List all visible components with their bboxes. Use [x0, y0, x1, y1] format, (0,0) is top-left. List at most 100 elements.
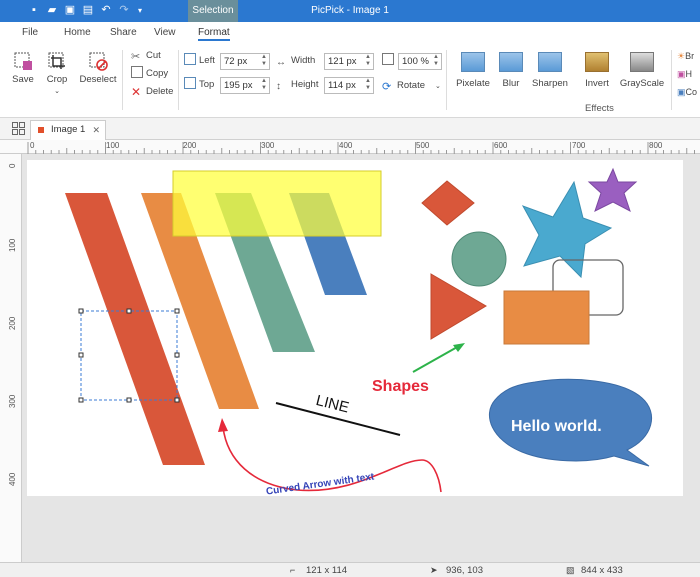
tab-file[interactable]: File — [22, 27, 38, 38]
new-icon[interactable]: ▪ — [28, 4, 40, 17]
chevron-down-icon[interactable]: ⌄ — [54, 88, 60, 95]
ruler-label: 600 — [494, 141, 508, 150]
ruler-label: 100 — [106, 141, 120, 150]
bubble-text[interactable]: Hello world. — [511, 418, 602, 435]
orange-rectangle[interactable] — [503, 290, 590, 345]
sharpen-icon — [538, 52, 562, 72]
width-input[interactable]: 121 px ▲ ▼ — [324, 53, 374, 70]
blur-button[interactable]: Blur — [496, 48, 526, 94]
selection-size-icon: ⌐ — [290, 565, 296, 575]
crop-icon — [48, 52, 65, 69]
pixelate-button[interactable]: Pixelate — [452, 48, 494, 94]
circle-shape[interactable] — [451, 231, 507, 287]
left-text: Left — [199, 55, 215, 66]
brightness-button[interactable]: ☀Br — [677, 48, 694, 64]
ruler-label: 100 — [8, 238, 17, 252]
open-icon[interactable]: ▰ — [46, 4, 58, 17]
spin-arrows-icon[interactable]: ▲ ▼ — [365, 54, 371, 68]
title-bar: ▪ ▰ ▣ ▤ ↶ ↷ ▾ Selection PicPick - Image … — [0, 0, 700, 22]
color-button[interactable]: ▣Co — [677, 84, 697, 100]
workspace[interactable]: Shapes LINE Hello world. Curved Arrow wi… — [22, 154, 700, 562]
save-label: Save — [12, 74, 34, 85]
left-input[interactable]: 72 px ▲ ▼ — [220, 53, 270, 70]
separator — [178, 50, 179, 110]
rotate-icon: ⟳ — [382, 81, 392, 93]
width-value: 121 px — [328, 56, 357, 67]
top-label: Top — [184, 77, 214, 93]
hue-label: H — [685, 69, 693, 79]
blue-star-shape[interactable] — [521, 180, 613, 279]
ruler-label: 200 — [8, 316, 17, 330]
delete-button[interactable]: ✕ Delete — [131, 84, 173, 100]
spin-arrows-icon[interactable]: ▲ ▼ — [365, 78, 371, 92]
document-tab[interactable]: Image 1 ✕ — [30, 120, 106, 140]
pixelate-label: Pixelate — [456, 78, 490, 89]
ruler-label: 800 — [649, 141, 663, 150]
top-text: Top — [199, 79, 215, 90]
ruler-vertical: 0 100 200 300 400 — [0, 154, 22, 562]
grid-view-icon[interactable] — [12, 122, 25, 135]
height-label: ↕ Height — [276, 77, 318, 93]
image-icon — [38, 127, 44, 133]
rotate-button[interactable]: ⟳ Rotate ⌄ — [382, 78, 441, 94]
crop-label: Crop — [46, 74, 68, 85]
height-input[interactable]: 114 px ▲ ▼ — [324, 77, 374, 94]
image-size: 844 x 433 — [581, 565, 623, 576]
top-input[interactable]: 195 px ▲ ▼ — [220, 77, 270, 94]
spin-arrows-icon[interactable]: ▲ ▼ — [261, 54, 267, 68]
cut-label: Cut — [146, 50, 161, 61]
purple-star-shape[interactable] — [587, 167, 638, 213]
crop-button[interactable]: Crop ⌄ — [40, 48, 74, 95]
yellow-rectangle[interactable] — [172, 170, 382, 237]
image-canvas[interactable]: Shapes LINE Hello world. Curved Arrow wi… — [27, 160, 683, 498]
hue-icon: ▣ — [677, 69, 686, 79]
close-icon[interactable]: ✕ — [92, 121, 100, 139]
separator — [446, 50, 447, 110]
ruler-label: 200 — [183, 141, 197, 150]
selection-size: 121 x 114 — [306, 565, 348, 576]
deselect-button[interactable]: Deselect — [78, 48, 118, 94]
copy-button[interactable]: Copy — [131, 66, 168, 82]
customize-icon[interactable]: ▾ — [134, 4, 146, 17]
shapes-label[interactable]: Shapes — [372, 378, 429, 395]
delete-label: Delete — [146, 86, 174, 97]
save-icon[interactable]: ▣ — [64, 4, 76, 17]
spin-arrows-icon[interactable]: ▲ ▼ — [261, 78, 267, 92]
print-icon[interactable]: ▤ — [82, 4, 94, 17]
redo-icon[interactable]: ↷ — [118, 4, 130, 17]
top-value: 195 px — [224, 80, 253, 91]
cut-button[interactable]: ✂ Cut — [131, 48, 161, 64]
ribbon: Save Crop ⌄ Deselect ✂ Cut Copy ✕ Delete Le… — [0, 44, 700, 118]
sharpen-button[interactable]: Sharpen — [530, 48, 570, 94]
diamond-shape[interactable] — [421, 180, 475, 226]
invert-button[interactable]: Invert — [580, 48, 614, 94]
zoom-icon — [382, 53, 394, 65]
ruler-label: 0 — [30, 141, 35, 150]
grayscale-label: GrayScale — [619, 78, 665, 89]
spin-arrows-icon[interactable]: ▲ ▼ — [433, 54, 439, 68]
tab-share[interactable]: Share — [110, 27, 137, 38]
status-bar: ⌐ 121 x 114 ➤ 936, 103 ▧ 844 x 433 — [0, 562, 700, 577]
selection-context-tab[interactable]: Selection — [188, 0, 238, 22]
save-icon — [14, 52, 32, 70]
color-label: Co — [685, 87, 698, 97]
cursor-icon: ➤ — [430, 565, 438, 575]
tab-format[interactable]: Format — [198, 27, 230, 41]
left-align-icon — [184, 53, 196, 65]
save-button[interactable]: Save — [6, 48, 40, 94]
zoom-input[interactable]: 100 % ▲ ▼ — [398, 53, 442, 70]
green-arrow[interactable] — [412, 345, 460, 373]
hue-button[interactable]: ▣H — [677, 66, 692, 82]
scissors-icon: ✂ — [131, 51, 141, 63]
left-label: Left — [184, 53, 215, 69]
ruler-label: 400 — [339, 141, 353, 150]
deselect-label: Deselect — [79, 74, 117, 85]
undo-icon[interactable]: ↶ — [100, 4, 112, 17]
line-label[interactable]: LINE — [314, 392, 350, 417]
grayscale-button[interactable]: GrayScale — [618, 48, 666, 94]
ruler-label: 300 — [8, 394, 17, 408]
tab-home[interactable]: Home — [64, 27, 91, 38]
curved-arrow-label[interactable]: Curved Arrow with text — [265, 471, 375, 497]
curved-arrowhead — [218, 418, 228, 432]
tab-view[interactable]: View — [154, 27, 176, 38]
